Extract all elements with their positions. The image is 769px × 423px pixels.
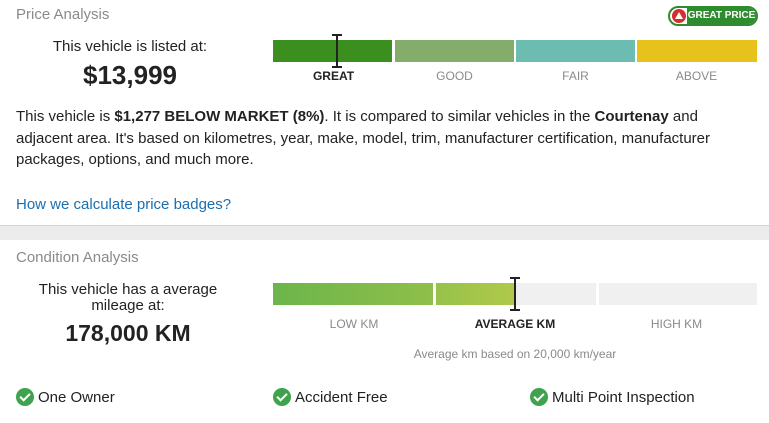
km-scale-average <box>436 283 514 305</box>
km-scale-average-rest <box>514 283 596 305</box>
feature-label: Accident Free <box>295 388 388 406</box>
feature-accident-free: Accident Free <box>273 388 388 406</box>
price-scale-great <box>273 40 392 62</box>
section-divider <box>0 225 769 240</box>
price-badges-link[interactable]: How we calculate price badges? <box>16 196 231 213</box>
maple-leaf-icon <box>672 9 686 23</box>
feature-multi-point-inspection: Multi Point Inspection <box>530 388 695 406</box>
price-scale-good <box>395 40 514 62</box>
price-scale-above <box>637 40 757 62</box>
km-scale-high <box>599 283 757 305</box>
price-analysis-title: Price Analysis <box>16 6 110 23</box>
listed-price: $13,999 <box>83 60 177 90</box>
km-scale-low <box>273 283 433 305</box>
condition-analysis-title: Condition Analysis <box>16 249 139 266</box>
listed-at-label: This vehicle is listed at: <box>52 38 208 55</box>
mileage-label: This vehicle has a average mileage at: <box>38 281 218 314</box>
badge-label: GREAT PRICE <box>687 8 756 24</box>
price-description: This vehicle is $1,277 BELOW MARKET (8%)… <box>16 108 711 168</box>
price-position-marker <box>332 34 342 68</box>
price-scale-label-good: GOOD <box>436 69 473 83</box>
check-circle-icon <box>273 388 291 406</box>
below-market-amount: $1,277 BELOW MARKET (8%) <box>114 108 325 125</box>
km-scale-label-average: AVERAGE KM <box>474 317 556 331</box>
check-circle-icon <box>16 388 34 406</box>
km-position-marker <box>510 277 520 311</box>
feature-one-owner: One Owner <box>16 388 115 406</box>
price-scale-fair <box>516 40 635 62</box>
feature-label: Multi Point Inspection <box>552 388 695 406</box>
great-price-badge: GREAT PRICE <box>668 6 758 26</box>
mileage-value: 178,000 KM <box>65 320 191 346</box>
price-scale-label-fair: FAIR <box>562 69 589 83</box>
price-scale-label-above: ABOVE <box>675 69 718 83</box>
check-circle-icon <box>530 388 548 406</box>
km-scale-label-low: LOW KM <box>329 317 379 331</box>
price-scale-label-great: GREAT <box>312 69 355 83</box>
km-note: Average km based on 20,000 km/year <box>413 347 617 361</box>
km-scale-label-high: HIGH KM <box>650 317 703 331</box>
feature-label: One Owner <box>38 388 115 406</box>
location-city: Courtenay <box>594 108 669 125</box>
